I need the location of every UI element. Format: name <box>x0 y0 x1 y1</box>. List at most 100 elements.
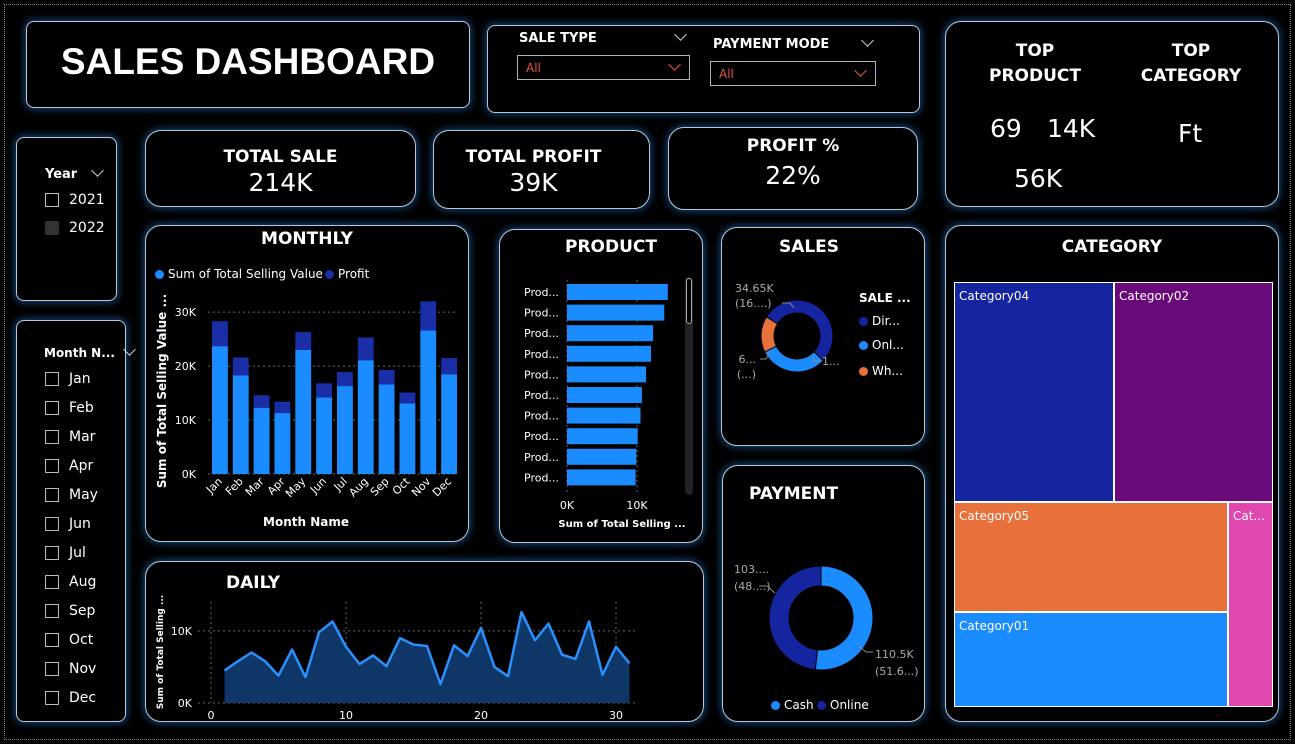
checkbox[interactable] <box>45 662 59 676</box>
treemap-cell-category05[interactable]: Category05 <box>954 502 1228 612</box>
month-option-label: Jul <box>69 545 86 561</box>
profit-pct-label: PROFIT % <box>746 136 840 156</box>
total-profit-label: TOTAL PROFIT <box>465 147 602 167</box>
bar-sales <box>253 407 270 474</box>
product-bar-chart: 0K 10K Prod... Prod... Prod... Prod... Prod...… <box>524 280 686 530</box>
chevron-down-icon[interactable] <box>861 34 874 47</box>
sales-legend-online[interactable]: Onl... <box>859 338 904 352</box>
bar-profit <box>232 357 249 376</box>
payment-legend-cash[interactable]: Cash <box>771 698 814 712</box>
month-option-apr[interactable]: Apr <box>45 458 93 474</box>
product-bar <box>567 448 637 465</box>
month-option-jul[interactable]: Jul <box>45 545 86 561</box>
bar-profit <box>357 337 374 361</box>
bar-profit <box>420 301 437 331</box>
total-sale-card: TOTAL SALE 214K <box>145 130 416 207</box>
treemap-cell-category-other[interactable]: Cat... <box>1228 502 1273 707</box>
checkbox-checked[interactable] <box>45 221 59 235</box>
header-card: SALES DASHBOARD <box>26 21 470 108</box>
payment-donut-chart: 103....(48....)110.5K(51.6...) <box>734 563 919 678</box>
chevron-down-icon[interactable] <box>674 28 687 41</box>
year-option-2021[interactable]: 2021 <box>45 192 105 208</box>
bar-sales <box>232 375 249 474</box>
month-option-jan[interactable]: Jan <box>45 371 91 387</box>
checkbox[interactable] <box>45 604 59 618</box>
payment-legend-online[interactable]: Online <box>817 698 869 712</box>
year-option-2022[interactable]: 2022 <box>45 220 105 236</box>
x-tick-label: Mar <box>243 475 267 499</box>
product-label: Prod... <box>524 471 559 484</box>
month-option-jun[interactable]: Jun <box>45 516 91 532</box>
y-tick-label: 30K <box>175 306 197 319</box>
month-option-mar[interactable]: Mar <box>45 429 95 445</box>
bar-profit <box>399 392 416 404</box>
checkbox[interactable] <box>45 401 59 415</box>
treemap-cell-category04[interactable]: Category04 <box>954 282 1114 502</box>
top-card: TOP PRODUCT TOP CATEGORY 69 14K 56K Ft <box>945 21 1279 207</box>
product-label: Prod... <box>524 389 559 402</box>
monthly-bar-chart: 0K10K20K30KJanFebMarAprMay Jun JulAugSepOc… <box>155 294 458 529</box>
checkbox[interactable] <box>45 517 59 531</box>
checkbox[interactable] <box>45 546 59 560</box>
category-chart-title: CATEGORY <box>1061 237 1163 257</box>
y-tick-label: 10K <box>171 625 193 638</box>
product-bar <box>567 345 651 362</box>
sales-legend-direct[interactable]: Dir... <box>859 314 900 328</box>
product-label: Prod... <box>524 348 559 361</box>
month-option-feb[interactable]: Feb <box>45 400 94 416</box>
month-option-label: Dec <box>69 690 97 706</box>
product-label: Prod... <box>524 307 559 320</box>
month-option-aug[interactable]: Aug <box>45 574 96 590</box>
sales-legend-title: SALE ... <box>859 291 911 305</box>
month-option-label: Jun <box>69 516 91 532</box>
month-option-label: Feb <box>69 400 94 416</box>
page-title: SALES DASHBOARD <box>60 41 436 82</box>
sales-donut-card: SALES 34.65K (16....) 6... (...) 1... SALE .… <box>721 227 925 446</box>
checkbox[interactable] <box>45 372 59 386</box>
product-label: Prod... <box>524 327 559 340</box>
product-scrollbar-thumb[interactable] <box>686 278 692 324</box>
checkbox[interactable] <box>45 193 59 207</box>
x-tick-label: 0 <box>208 709 215 721</box>
sales-legend-wholesale[interactable]: Wh... <box>859 364 903 378</box>
product-bar <box>567 366 647 383</box>
year-slicer-label: Year <box>45 167 78 182</box>
month-option-oct[interactable]: Oct <box>45 632 93 648</box>
x-axis-label: Month Name <box>263 515 349 529</box>
treemap-cell-category02[interactable]: Category02 <box>1114 282 1273 502</box>
month-option-label: Apr <box>69 458 94 474</box>
bar-profit <box>337 372 353 387</box>
bar-profit <box>212 321 228 347</box>
checkbox[interactable] <box>45 430 59 444</box>
checkbox[interactable] <box>45 488 59 502</box>
payment-slice <box>814 565 874 671</box>
data-label: (51.6...) <box>875 665 919 678</box>
checkbox[interactable] <box>45 575 59 589</box>
profit-pct-card: PROFIT % 22% <box>668 127 918 210</box>
month-option-may[interactable]: May <box>45 487 98 503</box>
data-label: 103.... <box>734 563 769 576</box>
bar-sales <box>441 374 457 474</box>
bar-sales <box>357 360 374 474</box>
x-tick-label: 10K <box>626 499 648 512</box>
x-tick-label: Oct <box>390 474 413 497</box>
checkbox[interactable] <box>45 633 59 647</box>
payment-donut-card: PAYMENT 103.... (48....) 110.5K (51.6...) C… <box>722 465 925 722</box>
month-option-nov[interactable]: Nov <box>45 661 96 677</box>
x-tick-label: Feb <box>223 475 246 498</box>
checkbox[interactable] <box>45 691 59 705</box>
profit-pct-value: 22% <box>765 161 821 190</box>
data-label: (...) <box>737 368 756 381</box>
bar-profit <box>253 395 270 408</box>
sale-type-dropdown[interactable]: All <box>517 55 690 80</box>
bar-profit <box>316 383 332 398</box>
data-label: 110.5K <box>875 648 914 661</box>
chevron-down-icon[interactable] <box>91 164 104 177</box>
daily-chart-card: DAILY 0K 10K 0 10 20 30 Sum of Total Selling .… <box>145 561 704 722</box>
x-tick-label: Jan <box>203 475 225 497</box>
payment-mode-dropdown[interactable]: All <box>710 61 876 86</box>
checkbox[interactable] <box>45 459 59 473</box>
month-option-dec[interactable]: Dec <box>45 690 96 706</box>
month-option-sep[interactable]: Sep <box>45 603 95 619</box>
treemap-cell-category01[interactable]: Category01 <box>954 612 1228 707</box>
